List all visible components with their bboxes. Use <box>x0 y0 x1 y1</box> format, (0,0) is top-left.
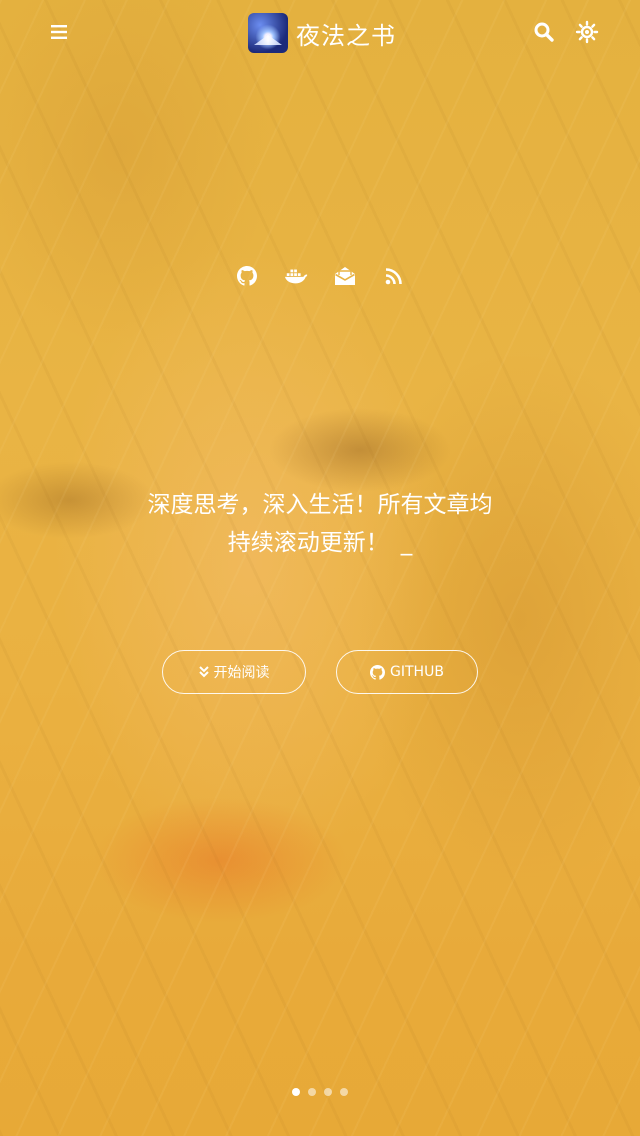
github-icon <box>236 266 257 286</box>
hero-banner: 夜法之书 深度思考，深入生活！所有文章均 持续滚动更新！ _ 开始阅读 GITH… <box>0 0 640 1136</box>
typing-cursor: _ <box>400 530 413 556</box>
search-button[interactable] <box>532 20 556 44</box>
carousel-dot[interactable] <box>292 1088 300 1096</box>
github-button[interactable]: GITHUB <box>336 650 478 694</box>
start-reading-label: 开始阅读 <box>213 665 270 681</box>
site-title: 夜法之书 <box>296 21 396 50</box>
search-icon <box>534 22 554 42</box>
top-nav-bar: 夜法之书 <box>0 0 640 64</box>
carousel-indicator <box>0 1088 640 1096</box>
theme-toggle-button[interactable] <box>575 20 599 44</box>
menu-icon <box>51 25 67 39</box>
carousel-dot[interactable] <box>340 1088 348 1096</box>
docker-link[interactable] <box>284 262 308 290</box>
carousel-dot[interactable] <box>324 1088 332 1096</box>
site-brand[interactable]: 夜法之书 <box>248 13 396 53</box>
email-link[interactable] <box>333 262 357 290</box>
github-link[interactable] <box>235 262 259 290</box>
docker-icon <box>284 269 307 284</box>
hero-slogan: 深度思考，深入生活！所有文章均 持续滚动更新！ _ <box>100 486 540 562</box>
rss-icon <box>385 268 402 285</box>
theme-toggle-icon <box>575 20 599 44</box>
menu-button[interactable] <box>44 18 74 46</box>
slogan-line-2-text: 持续滚动更新！ <box>227 530 389 556</box>
social-links <box>0 262 640 290</box>
slogan-line-1: 深度思考，深入生活！所有文章均 <box>147 492 493 518</box>
rss-link[interactable] <box>382 262 406 290</box>
carousel-dot[interactable] <box>308 1088 316 1096</box>
github-icon <box>370 664 386 680</box>
background-image <box>0 0 640 1136</box>
double-chevron-down-icon <box>198 666 209 678</box>
slogan-line-2: 持续滚动更新！ _ <box>100 524 540 562</box>
email-icon <box>334 267 355 285</box>
site-logo <box>248 13 288 53</box>
start-reading-button[interactable]: 开始阅读 <box>162 650 306 694</box>
github-button-label: GITHUB <box>390 664 444 680</box>
